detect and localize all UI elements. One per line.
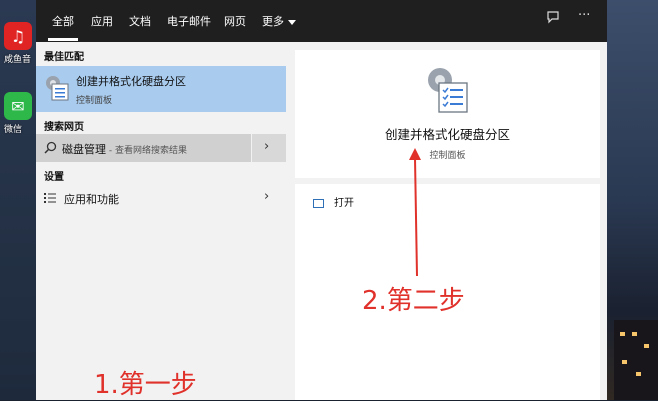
preview-pane: 创建并格式化硬盘分区 控制面板 打开 bbox=[295, 50, 600, 400]
annotation-step2: 2.第二步 bbox=[362, 286, 465, 316]
open-action-label: 打开 bbox=[334, 198, 354, 209]
tab-all[interactable]: 全部 bbox=[52, 13, 74, 29]
settings-item-label: 应用和功能 bbox=[64, 193, 119, 206]
web-search-header: 搜索网页 bbox=[44, 122, 84, 133]
netease-music-icon: ♫ bbox=[4, 22, 32, 50]
chevron-down-icon bbox=[288, 19, 296, 25]
chevron-right-icon: › bbox=[264, 139, 270, 154]
best-match-header: 最佳匹配 bbox=[44, 52, 84, 63]
web-query-text: 磁盘管理 bbox=[62, 143, 106, 156]
chevron-right-icon: › bbox=[264, 189, 270, 204]
web-query-hint: - 查看网络搜索结果 bbox=[106, 146, 187, 156]
preview-title: 创建并格式化硬盘分区 bbox=[384, 127, 510, 142]
tab-documents[interactable]: 文档 bbox=[129, 13, 151, 29]
desktop-icon-label: 微信 bbox=[4, 125, 23, 135]
preview-subtitle: 控制面板 bbox=[429, 151, 466, 161]
feedback-icon[interactable] bbox=[546, 10, 560, 28]
control-panel-icon bbox=[428, 68, 468, 113]
active-tab-indicator bbox=[48, 38, 78, 41]
control-panel-icon bbox=[46, 76, 69, 101]
best-match-title: 创建并格式化硬盘分区 bbox=[76, 75, 186, 88]
best-match-subtitle: 控制面板 bbox=[76, 96, 113, 106]
web-result-expand-button[interactable]: › bbox=[252, 134, 286, 162]
list-icon bbox=[44, 193, 56, 203]
ellipsis-icon[interactable]: ··· bbox=[578, 8, 590, 23]
settings-result-apps[interactable]: 应用和功能 › bbox=[36, 186, 286, 210]
preview-header-card: 创建并格式化硬盘分区 控制面板 bbox=[295, 50, 600, 178]
search-icon bbox=[44, 141, 57, 154]
desktop-icon-label: 咸鱼音 bbox=[4, 55, 32, 65]
open-icon bbox=[313, 198, 324, 208]
best-match-result[interactable]: 创建并格式化硬盘分区 控制面板 bbox=[36, 66, 286, 112]
annotation-step1: 1.第一步 bbox=[94, 370, 197, 400]
tab-web[interactable]: 网页 bbox=[224, 13, 246, 29]
wechat-icon: ✉ bbox=[4, 92, 32, 120]
web-search-query: 磁盘管理 - 查看网络搜索结果 bbox=[62, 141, 187, 157]
tab-apps[interactable]: 应用 bbox=[91, 13, 113, 29]
annotation-arrow bbox=[409, 148, 421, 277]
open-action[interactable]: 打开 bbox=[313, 194, 354, 209]
web-search-result[interactable]: 磁盘管理 - 查看网络搜索结果 bbox=[36, 134, 251, 162]
desktop-building-silhouette bbox=[614, 320, 658, 400]
results-list: 最佳匹配 创建并格式化硬盘分区 控制面板 搜索网页 磁盘管理 - 查看网络搜索结… bbox=[36, 42, 286, 400]
settings-header: 设置 bbox=[44, 172, 64, 183]
search-category-bar: 全部 应用 文档 电子邮件 网页 更多 ··· bbox=[36, 0, 607, 42]
tab-more-label: 更多 bbox=[262, 15, 284, 28]
desktop-icon-netease[interactable]: ♫ 咸鱼音 bbox=[4, 22, 34, 65]
tab-more[interactable]: 更多 bbox=[262, 13, 296, 29]
tab-email[interactable]: 电子邮件 bbox=[167, 13, 211, 29]
start-search-panel: 全部 应用 文档 电子邮件 网页 更多 ··· 最佳匹配 创建并格式化硬盘分区 … bbox=[36, 0, 607, 400]
desktop-icon-wechat[interactable]: ✉ 微信 bbox=[4, 92, 34, 135]
